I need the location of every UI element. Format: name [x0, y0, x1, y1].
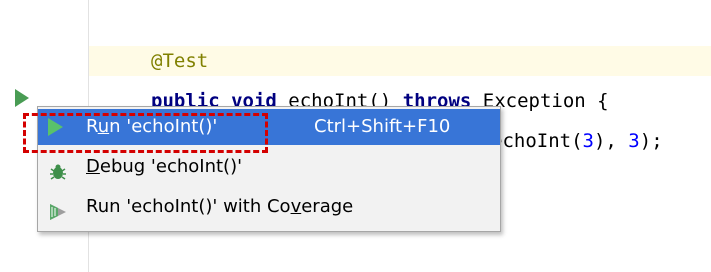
debug-icon: [48, 158, 68, 180]
menu-item-run-shortcut: Ctrl+Shift+F10: [314, 116, 451, 137]
assert-call: echoInt(: [491, 130, 583, 152]
menu-item-coverage-label: Run 'echoInt()' with Coverage: [86, 196, 354, 217]
menu-item-run-label: Run 'echoInt()': [86, 116, 218, 137]
run-context-menu: Run 'echoInt()' Ctrl+Shift+F10 Debug 'ec…: [37, 106, 501, 232]
assert-arg-1: 3: [582, 130, 594, 152]
code-line-annotation: @Test: [89, 46, 711, 76]
menu-item-coverage[interactable]: Run 'echoInt()' with Coverage: [38, 189, 500, 225]
menu-item-run[interactable]: Run 'echoInt()' Ctrl+Shift+F10: [38, 109, 500, 145]
run-icon: [48, 118, 68, 136]
menu-item-debug-label: Debug 'echoInt()': [86, 156, 243, 177]
assert-arg-2: 3: [628, 130, 640, 152]
assert-mid: ),: [593, 130, 629, 152]
coverage-icon: [48, 198, 68, 220]
menu-item-debug[interactable]: Debug 'echoInt()': [38, 149, 500, 185]
assert-end: );: [639, 130, 663, 152]
test-annotation: @Test: [151, 50, 209, 72]
gutter-run-icon[interactable]: [15, 89, 29, 107]
